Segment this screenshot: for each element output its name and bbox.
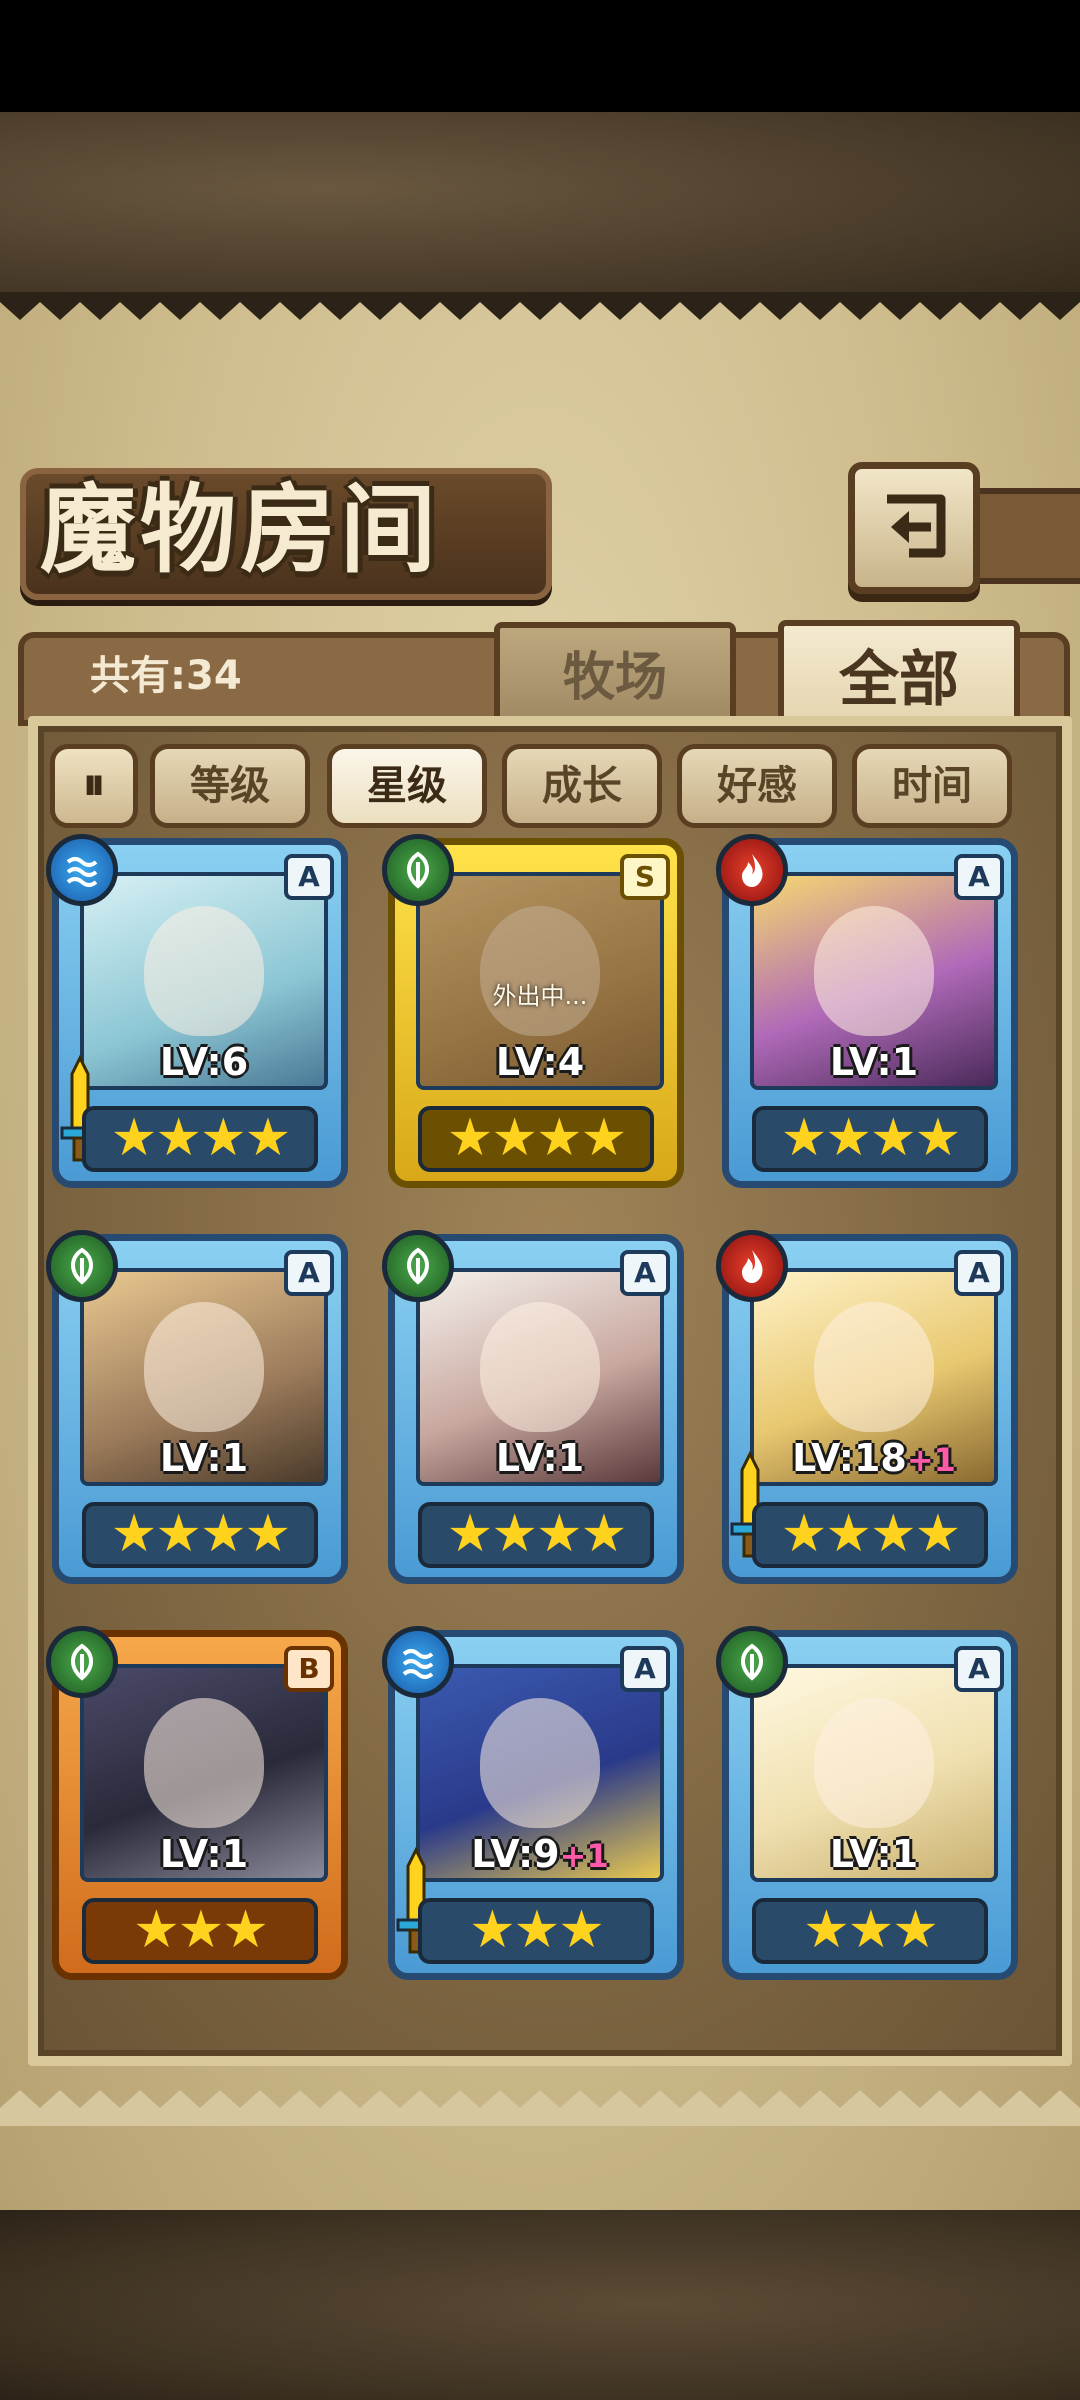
star-rating: ★★★★ (752, 1502, 988, 1568)
monster-portrait: 外出中... LV:4 (416, 872, 664, 1090)
monster-portrait: LV:1 (80, 1664, 328, 1882)
monster-card[interactable]: LV:1 A ★★★★ (382, 1230, 684, 1584)
monster-card[interactable]: LV:6 A ★★★★ (46, 834, 348, 1188)
filter-stars[interactable]: 星级 (327, 744, 487, 828)
star-rating: ★★★★ (418, 1106, 654, 1172)
filter-growth[interactable]: 成长 (502, 744, 662, 828)
filter-affection[interactable]: 好感 (677, 744, 837, 828)
level-label: LV:6 (159, 1040, 249, 1084)
filter-time[interactable]: 时间 (852, 744, 1012, 828)
rank-badge: A (284, 854, 334, 900)
star-rating: ★★★ (752, 1898, 988, 1964)
monster-portrait: LV:1 (750, 1664, 998, 1882)
map-background-bottom (0, 2210, 1080, 2400)
monster-portrait: LV:18+1 (750, 1268, 998, 1486)
grass-element-icon (46, 1626, 118, 1698)
level-label: LV:1 (159, 1832, 249, 1876)
rank-badge: B (284, 1646, 334, 1692)
level-label: LV:9+1 (471, 1832, 609, 1876)
page-title: 魔物房间 (40, 473, 440, 586)
monster-portrait: LV:1 (416, 1268, 664, 1486)
filter-level[interactable]: 等级 (150, 744, 310, 828)
star-rating: ★★★ (82, 1898, 318, 1964)
torn-edge-bottom (0, 2090, 1080, 2126)
map-background-top (0, 112, 1080, 302)
grass-element-icon (716, 1626, 788, 1698)
water-element-icon (46, 834, 118, 906)
star-rating: ★★★★ (82, 1106, 318, 1172)
back-arrow-icon (887, 494, 946, 558)
rank-badge: S (620, 854, 670, 900)
monster-card[interactable]: LV:18+1 A ★★★★ (716, 1230, 1018, 1584)
status-bar (0, 0, 1080, 112)
fire-element-icon (716, 834, 788, 906)
grass-element-icon (382, 834, 454, 906)
monster-portrait: LV:1 (750, 872, 998, 1090)
level-label: LV:18+1 (792, 1436, 956, 1480)
rank-badge: A (284, 1250, 334, 1296)
level-label: LV:1 (829, 1040, 919, 1084)
monster-card[interactable]: LV:1 A ★★★★ (46, 1230, 348, 1584)
sort-order-toggle[interactable]: ⏸ (50, 744, 138, 828)
grass-element-icon (382, 1230, 454, 1302)
monster-card[interactable]: LV:1 B ★★★ (46, 1626, 348, 1980)
rank-badge: A (954, 1250, 1004, 1296)
star-rating: ★★★★ (82, 1502, 318, 1568)
star-rating: ★★★★ (752, 1106, 988, 1172)
monster-portrait: LV:9+1 (416, 1664, 664, 1882)
star-rating: ★★★ (418, 1898, 654, 1964)
monster-card[interactable]: LV:9+1 A ★★★ (382, 1626, 684, 1980)
monster-portrait: LV:6 (80, 872, 328, 1090)
back-button[interactable] (848, 462, 980, 594)
level-label: LV:1 (159, 1436, 249, 1480)
header-right-strip (966, 488, 1080, 584)
rank-badge: A (954, 854, 1004, 900)
fire-element-icon (716, 1230, 788, 1302)
monster-card[interactable]: LV:1 A ★★★ (716, 1626, 1018, 1980)
monster-portrait: LV:1 (80, 1268, 328, 1486)
level-label: LV:1 (495, 1436, 585, 1480)
torn-edge-top (0, 292, 1080, 320)
rank-badge: A (620, 1250, 670, 1296)
monster-card[interactable]: LV:1 A ★★★★ (716, 834, 1018, 1188)
rank-badge: A (620, 1646, 670, 1692)
monster-card[interactable]: 外出中... LV:4 S ★★★★ (382, 834, 684, 1188)
monster-count: 共有:34 (90, 653, 242, 699)
level-label: LV:4 (495, 1040, 585, 1084)
level-label: LV:1 (829, 1832, 919, 1876)
water-element-icon (382, 1626, 454, 1698)
star-rating: ★★★★ (418, 1502, 654, 1568)
grass-element-icon (46, 1230, 118, 1302)
rank-badge: A (954, 1646, 1004, 1692)
away-status: 外出中... (492, 982, 588, 1010)
